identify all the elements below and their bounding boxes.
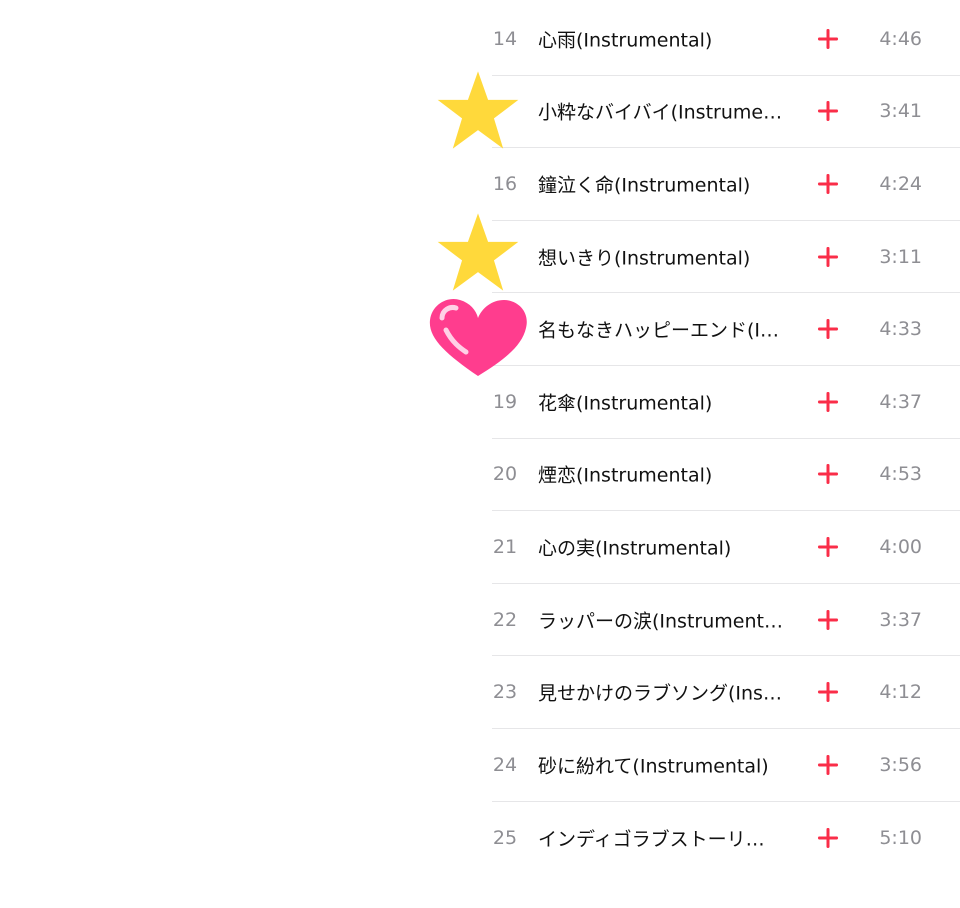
track-number: 21 bbox=[492, 535, 518, 558]
plus-icon[interactable] bbox=[816, 390, 840, 414]
star-sticker-icon bbox=[436, 210, 520, 294]
track-row[interactable]: 25 インディゴラブストーリ… 5:10 bbox=[492, 802, 960, 875]
track-number: 14 bbox=[492, 27, 518, 50]
track-title: 砂に紛れて(Instrumental) bbox=[538, 755, 769, 778]
track-duration: 4:33 bbox=[879, 318, 922, 341]
track-row[interactable]: 19 花傘(Instrumental) 4:37 bbox=[492, 366, 960, 439]
track-title: 花傘(Instrumental) bbox=[538, 392, 713, 415]
track-row[interactable]: 想いきり(Instrumental) 3:11 bbox=[492, 221, 960, 294]
plus-icon[interactable] bbox=[816, 680, 840, 704]
track-row[interactable]: 23 見せかけのラブソング(Ins… 4:12 bbox=[492, 656, 960, 729]
track-title: 心雨(Instrumental) bbox=[538, 29, 713, 52]
track-title: 想いきり(Instrumental) bbox=[538, 247, 751, 270]
track-row[interactable]: 21 心の実(Instrumental) 4:00 bbox=[492, 511, 960, 584]
track-title: 煙恋(Instrumental) bbox=[538, 464, 713, 487]
track-number: 24 bbox=[492, 753, 518, 776]
track-list: 14 心雨(Instrumental) 4:46 小粋なバイバイ(Instrum… bbox=[492, 3, 960, 874]
track-title: 小粋なバイバイ(Instrume… bbox=[538, 101, 783, 124]
track-duration: 4:12 bbox=[879, 681, 922, 704]
track-number: 22 bbox=[492, 608, 518, 631]
track-title: ラッパーの涙(Instrument… bbox=[538, 610, 783, 633]
star-sticker-icon bbox=[436, 68, 520, 152]
track-row[interactable]: 20 煙恋(Instrumental) 4:53 bbox=[492, 439, 960, 512]
track-number: 25 bbox=[492, 826, 518, 849]
track-title: 鐘泣く命(Instrumental) bbox=[538, 174, 751, 197]
plus-icon[interactable] bbox=[816, 172, 840, 196]
track-list-screen: 14 心雨(Instrumental) 4:46 小粋なバイバイ(Instrum… bbox=[0, 0, 960, 908]
track-number: 16 bbox=[492, 172, 518, 195]
track-duration: 3:56 bbox=[879, 753, 922, 776]
plus-icon[interactable] bbox=[816, 753, 840, 777]
track-duration: 4:37 bbox=[879, 390, 922, 413]
track-duration: 4:46 bbox=[879, 27, 922, 50]
track-duration: 4:53 bbox=[879, 463, 922, 486]
track-row[interactable]: 小粋なバイバイ(Instrume… 3:41 bbox=[492, 76, 960, 149]
plus-icon[interactable] bbox=[816, 99, 840, 123]
track-number: 23 bbox=[492, 681, 518, 704]
plus-icon[interactable] bbox=[816, 245, 840, 269]
track-title: 心の実(Instrumental) bbox=[538, 537, 732, 560]
track-title: 名もなきハッピーエンド(I… bbox=[538, 319, 780, 342]
track-title: 見せかけのラブソング(Ins… bbox=[538, 682, 782, 705]
plus-icon[interactable] bbox=[816, 27, 840, 51]
track-duration: 3:37 bbox=[879, 608, 922, 631]
track-duration: 3:11 bbox=[879, 245, 922, 268]
heart-sticker-icon bbox=[426, 296, 530, 380]
track-number: 20 bbox=[492, 463, 518, 486]
track-title: インディゴラブストーリ… bbox=[538, 828, 765, 851]
track-row[interactable]: 22 ラッパーの涙(Instrument… 3:37 bbox=[492, 584, 960, 657]
track-duration: 4:00 bbox=[879, 535, 922, 558]
track-duration: 5:10 bbox=[879, 826, 922, 849]
track-row[interactable]: 16 鐘泣く命(Instrumental) 4:24 bbox=[492, 148, 960, 221]
plus-icon[interactable] bbox=[816, 317, 840, 341]
plus-icon[interactable] bbox=[816, 608, 840, 632]
track-number: 19 bbox=[492, 390, 518, 413]
track-duration: 3:41 bbox=[879, 100, 922, 123]
track-row[interactable]: 14 心雨(Instrumental) 4:46 bbox=[492, 3, 960, 76]
plus-icon[interactable] bbox=[816, 826, 840, 850]
track-row[interactable]: 名もなきハッピーエンド(I… 4:33 bbox=[492, 293, 960, 366]
track-row[interactable]: 24 砂に紛れて(Instrumental) 3:56 bbox=[492, 729, 960, 802]
plus-icon[interactable] bbox=[816, 462, 840, 486]
track-duration: 4:24 bbox=[879, 172, 922, 195]
plus-icon[interactable] bbox=[816, 535, 840, 559]
